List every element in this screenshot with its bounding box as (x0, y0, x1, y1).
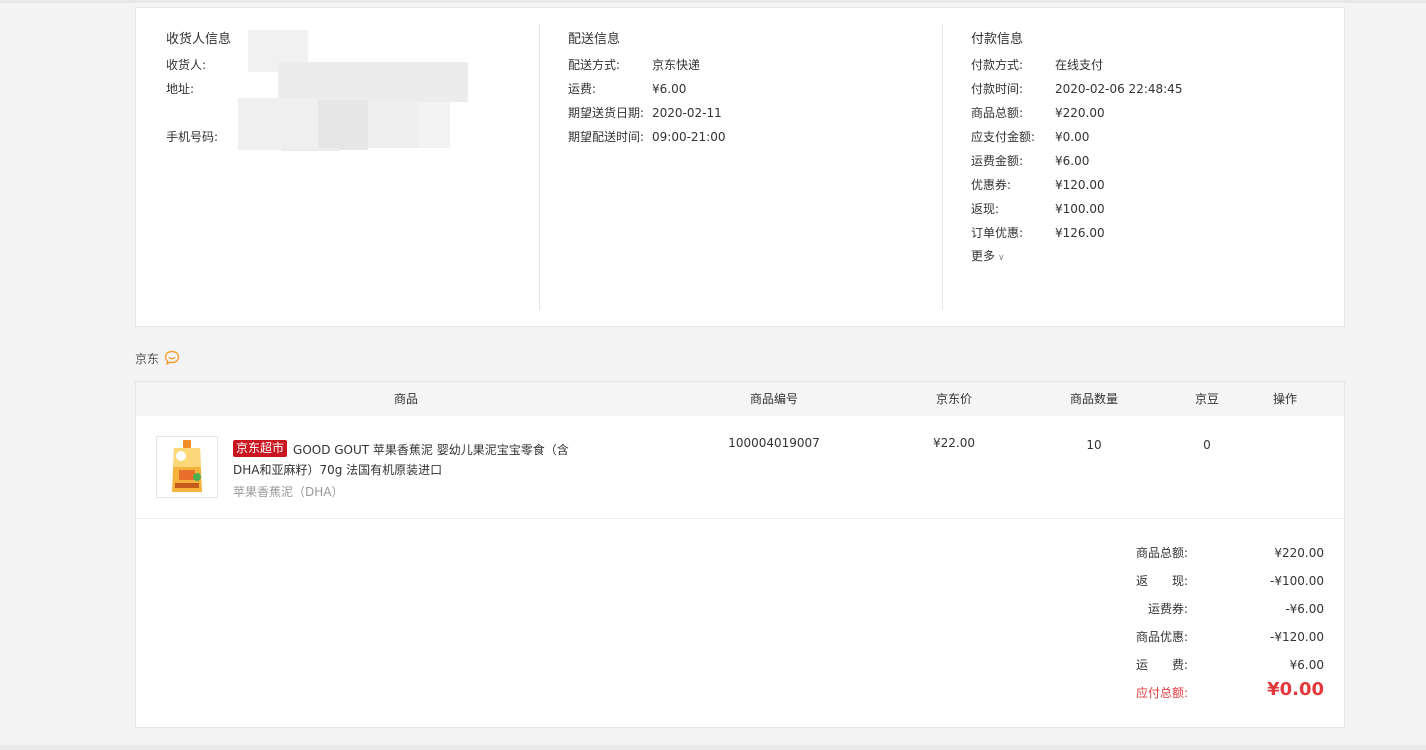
delivery-fee-label: 运费: (568, 82, 597, 96)
column-header-product: 商品 (393, 392, 418, 406)
column-header-sku: 商品编号 (749, 392, 798, 406)
total-discount-value: -¥120.00 (1270, 630, 1324, 644)
product-thumbnail[interactable] (156, 436, 218, 498)
product-price: ¥22.00 (933, 436, 975, 450)
total-shipping-value: ¥6.00 (1289, 658, 1324, 672)
total-shipping-coupon-value: -¥6.00 (1285, 602, 1324, 616)
shipping-amount-value: ¥6.00 (1055, 154, 1090, 168)
total-shipping-row: 运 费: ¥6.00 (1106, 657, 1324, 673)
top-divider (0, 0, 1426, 3)
chevron-down-icon: ∨ (998, 253, 1005, 263)
total-payable-row: 应付总额: ¥0.00 (1106, 679, 1324, 701)
chat-bubble-icon[interactable] (164, 350, 180, 366)
table-header: 商品 商品编号 京东价 商品数量 京豆 操作 (136, 382, 1344, 416)
total-cashback-row: 返 现: -¥100.00 (1106, 573, 1324, 589)
more-payment-details-link[interactable]: 更多 ∨ (971, 247, 1005, 264)
product-table: 商品 商品编号 京东价 商品数量 京豆 操作 京东超市 GOOD GOUT 苹果香… (135, 381, 1345, 728)
order-discount-label: 订单优惠: (971, 226, 1024, 240)
row-divider (136, 518, 1344, 519)
shipping-amount-label: 运费金额: (971, 154, 1024, 168)
total-shipping-coupon-label: 运费券: (1147, 602, 1188, 616)
total-shipping-label: 运 费: (1135, 658, 1188, 672)
product-spec: 苹果香蕉泥（DHA） (233, 485, 344, 499)
delivery-fee-value: ¥6.00 (652, 82, 687, 96)
total-goods-value: ¥220.00 (1274, 546, 1324, 560)
column-header-quantity: 商品数量 (1069, 392, 1118, 406)
receiver-info-title: 收货人信息 (166, 32, 232, 47)
order-discount-value: ¥126.00 (1055, 226, 1105, 240)
goods-total-value: ¥220.00 (1055, 106, 1105, 120)
delivery-method-value: 京东快递 (652, 58, 701, 72)
receiver-info-section: 收货人信息 收货人: 地址: 手机号码: (166, 8, 536, 326)
total-shipping-coupon-row: 运费券: -¥6.00 (1106, 601, 1324, 617)
product-quantity: 10 (1086, 438, 1102, 452)
cashback-label: 返现: (971, 202, 1000, 216)
column-header-price: 京东价 (935, 392, 972, 406)
payment-time-label: 付款时间: (971, 82, 1024, 96)
receiver-name-label: 收货人: (166, 58, 207, 72)
amount-due-label: 应支付金额: (971, 130, 1036, 144)
total-payable-value: ¥0.00 (1267, 679, 1324, 700)
product-sku: 100004019007 (728, 436, 820, 450)
jd-supermarket-tag: 京东超市 (233, 440, 288, 457)
total-discount-label: 商品优惠: (1135, 630, 1188, 644)
payment-method-label: 付款方式: (971, 58, 1024, 72)
bottom-divider (0, 745, 1426, 750)
shop-name[interactable]: 京东 (135, 350, 159, 368)
delivery-time-value: 09:00-21:00 (652, 130, 726, 144)
payment-info-title: 付款信息 (971, 32, 1024, 47)
column-divider (942, 24, 943, 310)
product-beans: 0 (1203, 438, 1211, 452)
total-goods-label: 商品总额: (1135, 546, 1188, 560)
delivery-date-label: 期望送货日期: (568, 106, 645, 120)
delivery-info-section: 配送信息 配送方式: 京东快递 运费: ¥6.00 期望送货日期: 2020-0… (568, 8, 938, 326)
total-payable-label: 应付总额: (1135, 686, 1188, 700)
column-header-beans: 京豆 (1194, 392, 1219, 406)
total-cashback-label: 返 现: (1135, 574, 1188, 588)
order-info-panel: 收货人信息 收货人: 地址: 手机号码: 配送信息 配送方式: 京东快递 运费:… (135, 7, 1345, 327)
product-name[interactable]: 京东超市 GOOD GOUT 苹果香蕉泥 婴幼儿果泥宝宝零食（含DHA和亚麻籽）7… (233, 440, 583, 480)
amount-due-value: ¥0.00 (1055, 130, 1090, 144)
payment-info-section: 付款信息 付款方式: 在线支付 付款时间: 2020-02-06 22:48:4… (971, 8, 1341, 326)
delivery-date-value: 2020-02-11 (652, 106, 722, 120)
product-pouch-image (172, 440, 202, 492)
delivery-time-label: 期望配送时间: (568, 130, 645, 144)
delivery-info-title: 配送信息 (568, 32, 621, 47)
delivery-method-label: 配送方式: (568, 58, 621, 72)
payment-time-value: 2020-02-06 22:48:45 (1055, 82, 1183, 96)
goods-total-label: 商品总额: (971, 106, 1024, 120)
column-divider (539, 24, 540, 310)
total-cashback-value: -¥100.00 (1270, 574, 1324, 588)
coupon-value: ¥120.00 (1055, 178, 1105, 192)
more-label: 更多 (971, 249, 996, 263)
payment-method-value: 在线支付 (1055, 58, 1104, 72)
cashback-value: ¥100.00 (1055, 202, 1105, 216)
receiver-address-label: 地址: (166, 82, 195, 96)
coupon-label: 优惠券: (971, 178, 1012, 192)
column-header-actions: 操作 (1272, 392, 1297, 406)
total-goods-row: 商品总额: ¥220.00 (1106, 545, 1324, 561)
total-discount-row: 商品优惠: -¥120.00 (1106, 629, 1324, 645)
receiver-phone-label: 手机号码: (166, 130, 219, 144)
